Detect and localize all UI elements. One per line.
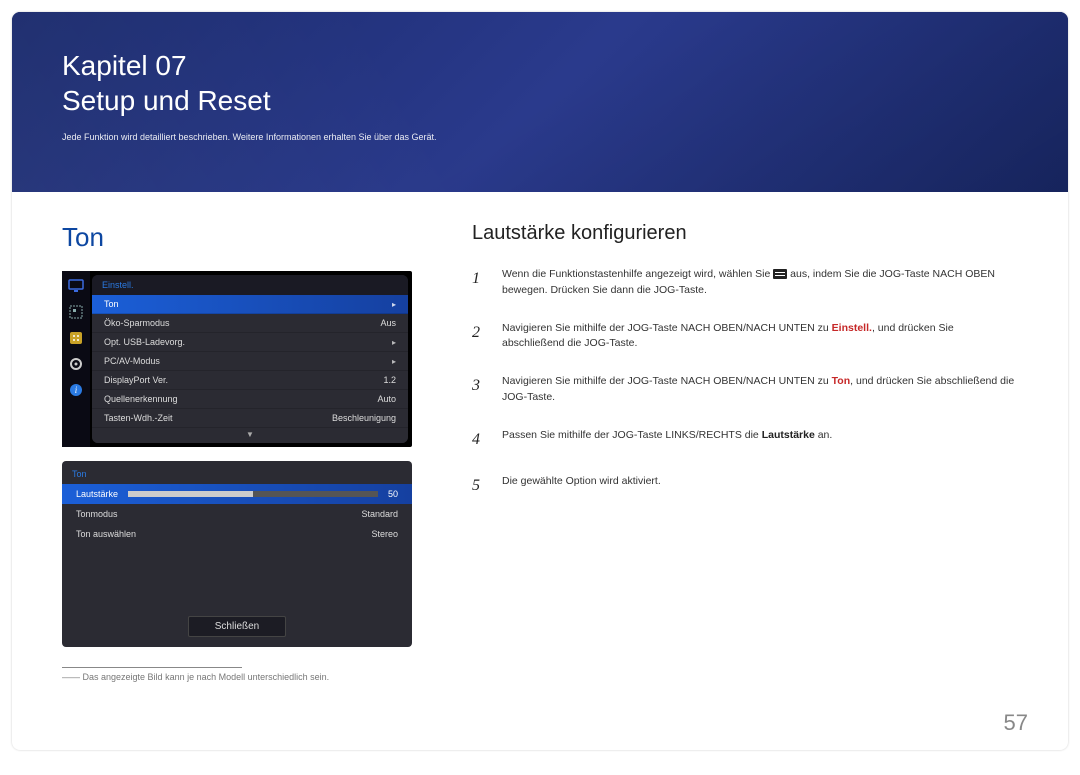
osd-menu-item[interactable]: DisplayPort Ver. 1.2 (92, 371, 408, 390)
step-text: Passen Sie mithilfe der JOG-Taste LINKS/… (502, 428, 1018, 452)
keyword: Einstell. (832, 322, 872, 334)
instruction-step: 3 Navigieren Sie mithilfe der JOG-Taste N… (472, 374, 1018, 406)
osd-submenu-item[interactable]: Ton auswählen Stereo (62, 524, 412, 544)
osd-item-value: Stereo (371, 529, 398, 539)
gear-icon (67, 355, 85, 373)
chapter-header: Kapitel 07 Setup und Reset Jede Funktion… (12, 12, 1068, 192)
chevron-right-icon: ▸ (392, 338, 396, 347)
instruction-step: 4 Passen Sie mithilfe der JOG-Taste LINKS… (472, 428, 1018, 452)
step-number: 3 (472, 374, 486, 406)
osd-item-value: 50 (388, 489, 398, 499)
osd-sidebar: i (62, 271, 90, 447)
eco-icon (67, 329, 85, 347)
osd-item-label: Lautstärke (76, 489, 118, 499)
monitor-icon (67, 277, 85, 295)
volume-slider[interactable] (128, 491, 378, 497)
instruction-step: 5 Die gewählte Option wird aktiviert. (472, 474, 1018, 498)
step-number: 5 (472, 474, 486, 498)
step-number: 4 (472, 428, 486, 452)
footnote-text: Das angezeigte Bild kann je nach Modell … (83, 672, 330, 682)
step-number: 2 (472, 321, 486, 353)
footnote-divider (62, 667, 242, 668)
bold-term: Lautstärke (762, 429, 815, 441)
subsection-heading: Lautstärke konfigurieren (472, 222, 1018, 245)
scroll-down-arrow-icon: ▼ (92, 428, 408, 443)
osd-content-panel: Einstell. Ton ▸ Öko-Sparmodus Aus Opt. USB-L… (92, 275, 408, 443)
osd-main-menu: i Einstell. Ton ▸ Öko-Sparmodus Aus Opt. USB… (62, 271, 412, 447)
osd-item-value: Aus (380, 318, 396, 328)
osd-item-label: Ton (104, 299, 119, 309)
picture-icon (67, 303, 85, 321)
volume-slider-fill (128, 491, 253, 497)
footnote-dash: ―― (62, 672, 80, 682)
info-icon: i (67, 381, 85, 399)
page-number: 57 (1004, 710, 1028, 736)
osd-item-value: 1.2 (383, 375, 396, 385)
osd-menu-item[interactable]: Tasten-Wdh.-Zeit Beschleunigung (92, 409, 408, 428)
osd-submenu-item[interactable]: Lautstärke 50 (62, 484, 412, 504)
osd-item-label: PC/AV-Modus (104, 356, 160, 366)
osd-submenu-item[interactable]: Tonmodus Standard (62, 504, 412, 524)
osd-menu-item[interactable]: PC/AV-Modus ▸ (92, 352, 408, 371)
chapter-subtitle: Jede Funktion wird detailliert beschrieb… (62, 132, 1018, 142)
osd-item-label: Opt. USB-Ladevorg. (104, 337, 185, 347)
osd-item-value: Standard (361, 509, 398, 519)
osd-item-label: Tasten-Wdh.-Zeit (104, 413, 173, 423)
osd-menu-item[interactable]: Öko-Sparmodus Aus (92, 314, 408, 333)
osd-sub-title: Ton (62, 461, 412, 484)
footnote: ―― Das angezeigte Bild kann je nach Mode… (62, 672, 412, 682)
document-page: Kapitel 07 Setup und Reset Jede Funktion… (12, 12, 1068, 750)
keyword: Ton (832, 375, 850, 387)
step-text: Navigieren Sie mithilfe der JOG-Taste NA… (502, 374, 1018, 406)
chapter-name: Setup und Reset (62, 85, 271, 116)
step-number: 1 (472, 267, 486, 299)
osd-menu-item[interactable]: Opt. USB-Ladevorg. ▸ (92, 333, 408, 352)
osd-item-label: Öko-Sparmodus (104, 318, 170, 328)
step-text: Navigieren Sie mithilfe der JOG-Taste NA… (502, 321, 1018, 353)
instruction-step: 1 Wenn die Funktionstastenhilfe angezeigt… (472, 267, 1018, 299)
osd-item-label: DisplayPort Ver. (104, 375, 168, 385)
chevron-right-icon: ▸ (392, 300, 396, 309)
chevron-right-icon: ▸ (392, 357, 396, 366)
osd-item-label: Quellenerkennung (104, 394, 178, 404)
menu-icon (773, 269, 787, 279)
step-text: Wenn die Funktionstastenhilfe angezeigt … (502, 267, 1018, 299)
osd-item-value: Auto (377, 394, 396, 404)
osd-item-value: Beschleunigung (332, 413, 396, 423)
instruction-step: 2 Navigieren Sie mithilfe der JOG-Taste N… (472, 321, 1018, 353)
osd-menu-item[interactable]: Ton ▸ (92, 295, 408, 314)
section-heading-ton: Ton (62, 222, 412, 253)
page-body: Ton (12, 192, 1068, 682)
close-button[interactable]: Schließen (188, 616, 286, 637)
osd-item-label: Tonmodus (76, 509, 118, 519)
right-column: Lautstärke konfigurieren 1 Wenn die Funkt… (472, 222, 1018, 682)
chapter-line: Kapitel 07 (62, 50, 187, 81)
osd-main-title: Einstell. (92, 275, 408, 295)
osd-sub-menu: Ton Lautstärke 50 Tonmodus Standard Ton ausw… (62, 461, 412, 647)
osd-item-label: Ton auswählen (76, 529, 136, 539)
chapter-title: Kapitel 07 Setup und Reset (62, 48, 1018, 118)
osd-menu-item[interactable]: Quellenerkennung Auto (92, 390, 408, 409)
left-column: Ton (62, 222, 412, 682)
step-text: Die gewählte Option wird aktiviert. (502, 474, 1018, 498)
